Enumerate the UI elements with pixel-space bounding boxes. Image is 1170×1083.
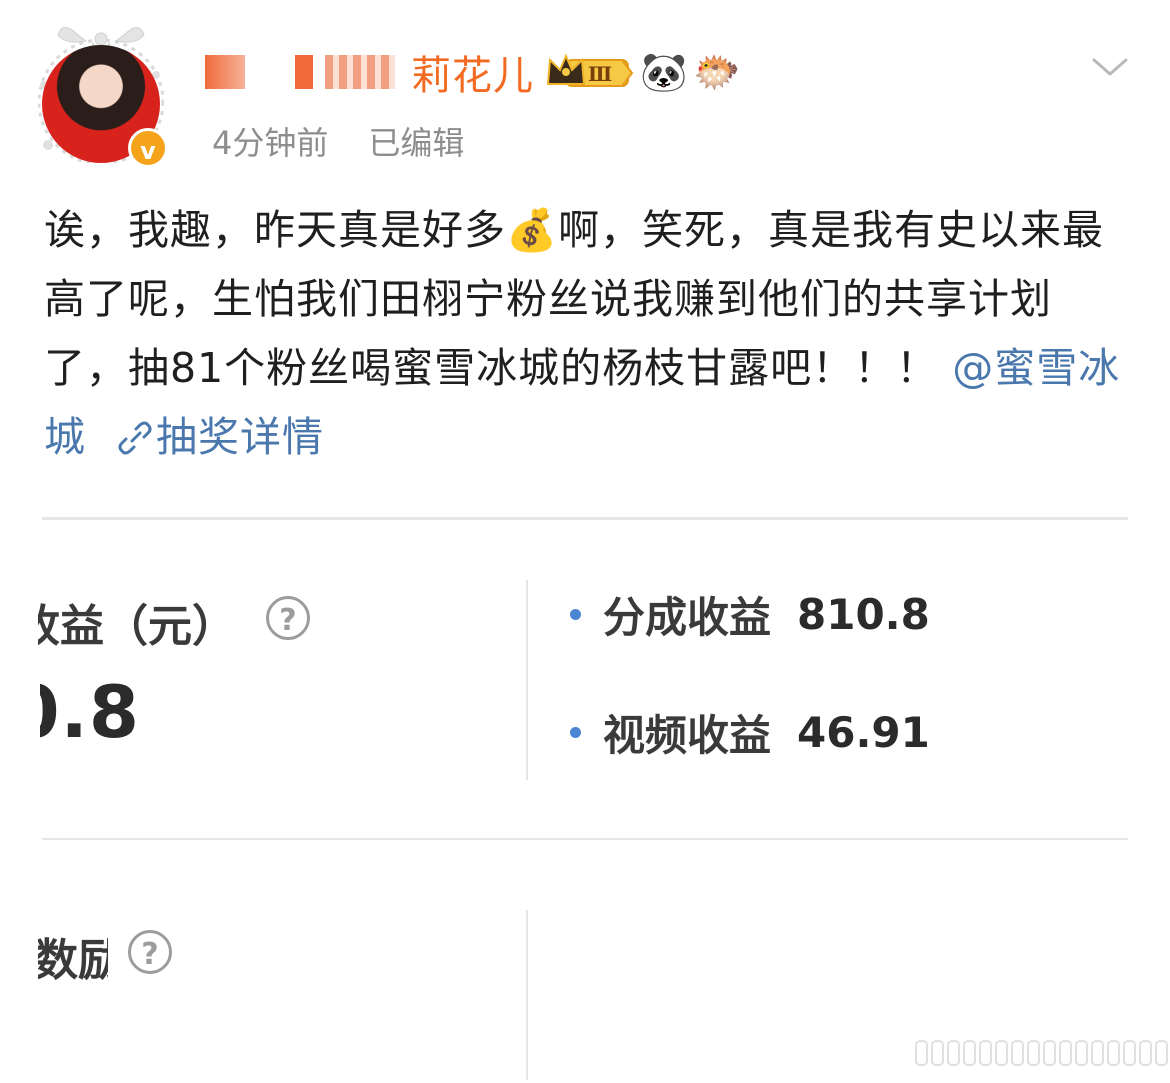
level-badge-text: Ⅲ xyxy=(588,62,612,86)
vip-level-badge-icon[interactable]: Ⅲ xyxy=(546,52,634,92)
user-name-row[interactable]: 莉花儿 Ⅲ 🐼 🐡 xyxy=(205,44,741,100)
video-income-label: 视频收益 xyxy=(603,711,772,760)
panda-icon: 🐼 xyxy=(640,50,688,94)
watermark-icon xyxy=(915,1040,1170,1066)
redacted-name-part xyxy=(205,55,245,89)
divider-vertical xyxy=(526,580,528,780)
divider xyxy=(42,517,1128,520)
help-icon[interactable]: ? xyxy=(128,930,172,974)
verified-badge-icon: v xyxy=(128,128,168,168)
video-income-value: 46.91 xyxy=(797,708,930,757)
user-name[interactable]: 莉花儿 xyxy=(411,43,534,101)
pufferfish-icon: 🐡 xyxy=(693,50,741,94)
share-income-value: 810.8 xyxy=(797,590,930,639)
share-income-row: 分成收益 810.8 xyxy=(570,584,930,645)
lottery-detail-link[interactable]: 抽奖详情 xyxy=(156,413,324,461)
post-text-part: 诶，我趣，昨天真是好多 xyxy=(44,206,506,254)
divider xyxy=(42,838,1128,840)
post-meta: 4分钟前 已编辑 xyxy=(212,118,464,164)
divider-vertical xyxy=(526,910,528,1080)
video-income-row: 视频收益 46.91 xyxy=(570,702,930,763)
redacted-name-part xyxy=(295,55,313,89)
edited-label[interactable]: 已编辑 xyxy=(368,118,464,164)
post-time: 4分钟前 xyxy=(212,124,329,162)
incentive-label: 数励 xyxy=(38,935,108,986)
share-income-label: 分成收益 xyxy=(603,593,772,642)
income-label: 收益（元） xyxy=(38,601,236,652)
help-icon[interactable]: ? xyxy=(266,596,310,640)
post-text: 诶，我趣，昨天真是好多💰啊，笑死，真是我有史以来最高了呢，生怕我们田栩宁粉丝说我… xyxy=(44,196,1134,472)
bullet-dot xyxy=(570,609,581,620)
chevron-down-icon[interactable] xyxy=(1090,52,1130,80)
bullet-dot xyxy=(570,727,581,738)
total-income-value: 810.8 xyxy=(40,670,140,754)
redacted-name-part xyxy=(325,55,395,89)
link-icon[interactable] xyxy=(118,421,152,455)
money-bag-icon: 💰 xyxy=(506,206,559,254)
